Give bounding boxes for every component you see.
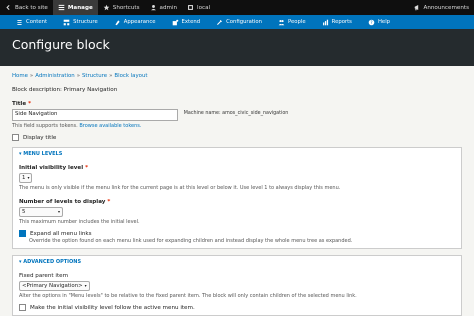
menu-label-reports: Reports (332, 19, 352, 25)
menu-label-people: People (288, 19, 306, 25)
breadcrumb-separator: » (30, 73, 33, 79)
chevron-down-icon: ▾ (27, 175, 29, 180)
depth-desc: This maximum number includes the initial… (19, 219, 455, 225)
menu-label-structure: Structure (73, 19, 98, 25)
people-icon (278, 19, 285, 26)
initial-level-label-text: Initial visibility level (19, 165, 83, 171)
menu-levels-summary[interactable]: ▾ MENU LEVELS (19, 151, 455, 157)
shortcuts-label: Shortcuts (113, 5, 140, 11)
advanced-options-panel: ▾ ADVANCED OPTIONS Fixed parent item <Pr… (12, 255, 462, 316)
manage-label: Manage (68, 5, 93, 11)
admin-toolbar: Back to site Manage Shortcuts admin loca… (0, 0, 474, 15)
depth-select[interactable]: 5▾ (19, 207, 63, 217)
back-to-site-label: Back to site (15, 5, 48, 11)
display-title-row: Display title (12, 134, 462, 141)
svg-text:?: ? (370, 20, 372, 25)
page-title: Configure block (12, 37, 110, 52)
menu-item-help[interactable]: ? Help (360, 15, 398, 29)
menu-item-configuration[interactable]: Configuration (208, 15, 270, 29)
content-icon (16, 19, 23, 26)
menu-levels-panel: ▾ MENU LEVELS Initial visibility level *… (12, 147, 462, 249)
page-header: Configure block (0, 29, 474, 66)
block-description: Block description: Primary Navigation (12, 87, 462, 93)
breadcrumb-administration[interactable]: Administration (35, 73, 74, 79)
megaphone-icon (414, 4, 421, 11)
parent-item-select[interactable]: <Primary Navigation>▾ (19, 281, 90, 291)
expand-all-checkbox[interactable] (19, 230, 26, 237)
breadcrumb: Home»Administration»Structure»Block layo… (12, 73, 462, 79)
breadcrumb-block-layout[interactable]: Block layout (114, 73, 147, 79)
user-tab[interactable]: admin (145, 0, 183, 15)
menu-label-extend: Extend (182, 19, 201, 25)
depth-label: Number of levels to display * (19, 199, 455, 205)
menu-item-appearance[interactable]: Appearance (106, 15, 164, 29)
server-icon (187, 4, 194, 11)
title-help-text: This field supports tokens. (12, 123, 78, 129)
hamburger-icon (58, 4, 65, 11)
menu-item-structure[interactable]: Structure (55, 15, 106, 29)
parent-item-value: <Primary Navigation> (22, 283, 83, 289)
chevron-down-icon: ▾ (85, 283, 87, 288)
menu-label-help: Help (378, 19, 390, 25)
breadcrumb-separator: » (77, 73, 80, 79)
menu-item-reports[interactable]: Reports (314, 15, 360, 29)
title-input[interactable]: Side Navigation (12, 109, 178, 121)
follow-active-checkbox[interactable] (19, 304, 26, 311)
environment-label: local (197, 5, 210, 11)
initial-level-select[interactable]: 1▾ (19, 173, 32, 183)
menu-label-appearance: Appearance (124, 19, 156, 25)
user-label: admin (160, 5, 178, 11)
parent-item-label: Fixed parent item (19, 273, 455, 279)
title-help: This field supports tokens. Browse avail… (12, 123, 462, 129)
extend-icon (172, 19, 179, 26)
menu-item-extend[interactable]: Extend (164, 15, 209, 29)
follow-active-label: Make the initial visibility level follow… (30, 305, 195, 311)
required-marker: * (107, 199, 110, 205)
initial-level-desc: The menu is only visible if the menu lin… (19, 185, 455, 191)
structure-icon (63, 19, 70, 26)
menu-item-content[interactable]: Content (0, 15, 55, 29)
menu-label-configuration: Configuration (226, 19, 262, 25)
menu-item-people[interactable]: People (270, 15, 314, 29)
advanced-options-summary[interactable]: ▾ ADVANCED OPTIONS (19, 259, 455, 265)
main-content: Home»Administration»Structure»Block layo… (0, 73, 474, 316)
display-title-label: Display title (23, 135, 56, 141)
initial-level-value: 1 (22, 175, 25, 181)
display-title-checkbox[interactable] (12, 134, 19, 141)
back-arrow-icon (5, 4, 12, 11)
appearance-icon (114, 19, 121, 26)
help-icon: ? (368, 19, 375, 26)
breadcrumb-structure[interactable]: Structure (82, 73, 107, 79)
reports-icon (322, 19, 329, 26)
menu-label-content: Content (26, 19, 47, 25)
depth-label-text: Number of levels to display (19, 199, 105, 205)
parent-item-desc: Alter the options in "Menu levels" to be… (19, 293, 455, 299)
expand-all-row: Expand all menu links (19, 230, 455, 237)
follow-active-row: Make the initial visibility level follow… (19, 304, 455, 311)
admin-menu-tray: Content Structure Appearance Extend Conf… (0, 15, 474, 29)
shortcuts-tab[interactable]: Shortcuts (98, 0, 145, 15)
machine-name: Machine name: amos_civic_side_navigation (184, 111, 289, 116)
manage-tab[interactable]: Manage (53, 0, 98, 15)
title-row: Side Navigation Machine name: amos_civic… (12, 107, 462, 121)
breadcrumb-separator: » (109, 73, 112, 79)
announcements-label: Announcements (424, 5, 470, 11)
announcements-tab[interactable]: Announcements (409, 0, 474, 15)
breadcrumb-home[interactable]: Home (12, 73, 28, 79)
environment-tab[interactable]: local (182, 0, 215, 15)
back-to-site-link[interactable]: Back to site (0, 0, 53, 15)
user-icon (150, 4, 157, 11)
chevron-down-icon: ▾ (58, 209, 60, 214)
depth-value: 5 (22, 209, 25, 215)
browse-tokens-link[interactable]: Browse available tokens. (79, 123, 141, 129)
expand-all-label: Expand all menu links (30, 231, 92, 237)
star-icon (103, 4, 110, 11)
expand-all-desc: Override the option found on each menu l… (29, 238, 455, 244)
required-marker: * (85, 165, 88, 171)
configuration-icon (216, 19, 223, 26)
initial-level-label: Initial visibility level * (19, 165, 455, 171)
